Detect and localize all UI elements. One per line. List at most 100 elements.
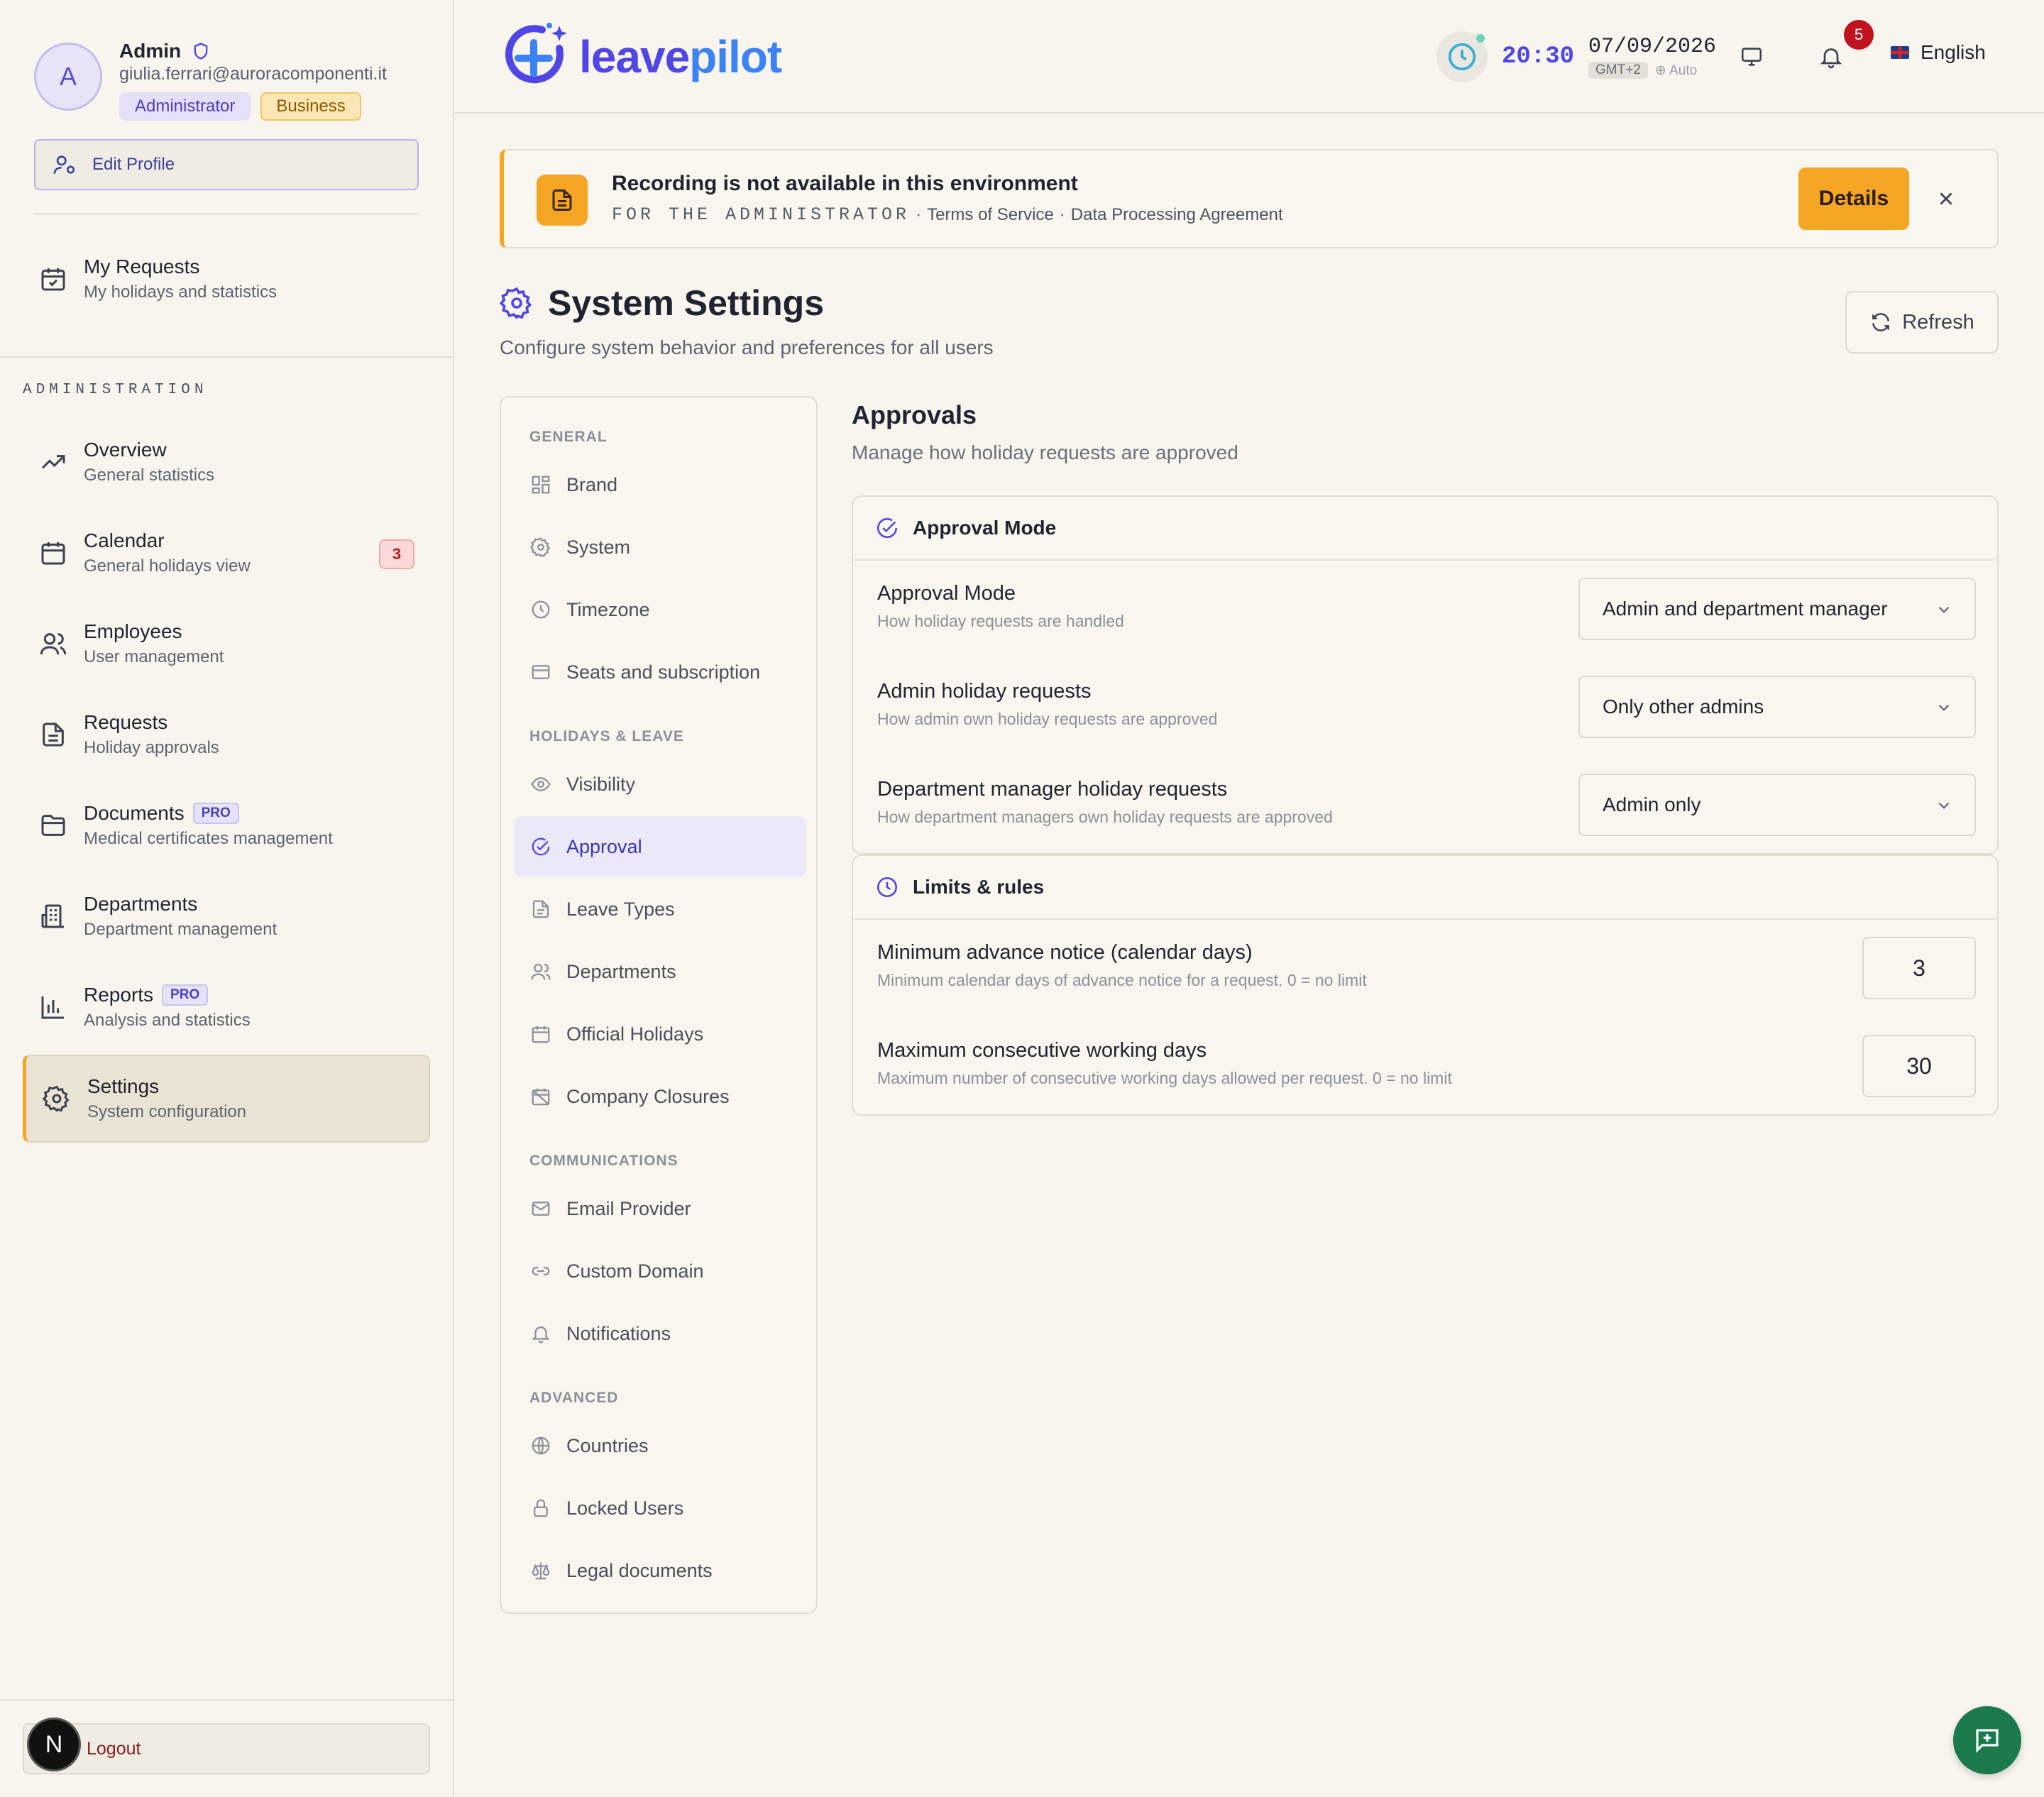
chevron-down-icon <box>1935 600 1953 619</box>
sidebar-item-employees[interactable]: Employees User management <box>23 602 430 686</box>
sidebar-item-reports[interactable]: Reports PRO Analysis and statistics <box>23 965 430 1049</box>
logo-text-pilot: pilot <box>689 31 782 82</box>
app-logo[interactable]: leavepilot <box>500 20 782 94</box>
bell-icon <box>529 1322 552 1345</box>
min-notice-input[interactable]: 3 <box>1862 937 1976 999</box>
sidebar-item-requests[interactable]: Requests Holiday approvals <box>23 693 430 776</box>
current-date: 07/09/2026 <box>1588 35 1717 59</box>
calendar-icon <box>529 1023 552 1045</box>
language-label: English <box>1921 41 1986 63</box>
settings-item-notifications[interactable]: Notifications <box>514 1303 806 1364</box>
users-icon <box>38 629 68 659</box>
setting-help: How holiday requests are handled <box>877 612 1124 630</box>
sidebar-item-settings[interactable]: Settings System configuration <box>23 1055 430 1143</box>
settings-item-approval[interactable]: Approval <box>514 816 806 877</box>
settings-item-departments[interactable]: Departments <box>514 941 806 1002</box>
settings-item-company-closures[interactable]: Company Closures <box>514 1066 806 1127</box>
logo-text-leave: leave <box>579 31 690 82</box>
sidebar-item-overview[interactable]: Overview General statistics <box>23 420 430 504</box>
monitor-icon[interactable] <box>1736 41 1767 72</box>
sidebar: A Admin giulia.ferrari@auroracomponenti.… <box>0 0 454 1797</box>
settings-item-visibility[interactable]: Visibility <box>514 754 806 815</box>
settings-item-seats[interactable]: Seats and subscription <box>514 642 806 703</box>
edit-profile-button[interactable]: Edit Profile <box>34 139 419 190</box>
banner-title: Recording is not available in this envir… <box>612 172 1078 195</box>
sidebar-item-calendar[interactable]: Calendar General holidays view 3 <box>23 511 430 595</box>
setting-label: Admin holiday requests <box>877 680 1092 703</box>
logout-button[interactable]: Logout <box>23 1723 430 1774</box>
setting-label: Minimum advance notice (calendar days) <box>877 941 1253 964</box>
lock-icon <box>529 1497 552 1520</box>
approval-mode-select[interactable]: Admin and department manager <box>1578 578 1976 640</box>
divider <box>0 1699 454 1700</box>
sidebar-item-sublabel: General holidays view <box>84 556 251 576</box>
dpa-link[interactable]: Data Processing Agreement <box>1071 205 1283 225</box>
settings-item-label: Approval <box>566 835 642 857</box>
settings-item-label: Visibility <box>566 773 636 795</box>
terms-link[interactable]: Terms of Service <box>927 205 1054 225</box>
setting-row-min-notice: Minimum advance notice (calendar days) M… <box>853 920 1997 1018</box>
bar-chart-icon <box>38 992 68 1022</box>
setting-help: How admin own holiday requests are appro… <box>877 710 1218 728</box>
grid-icon <box>529 473 552 496</box>
message-plus-icon <box>1972 1725 2002 1755</box>
clock-icon[interactable] <box>1436 31 1488 82</box>
sidebar-item-sublabel: General statistics <box>84 466 215 485</box>
clock-widget: 20:30 07/09/2026 GMT+2 ⊕ Auto <box>1436 31 1716 82</box>
sidebar-item-label: Calendar <box>84 529 165 551</box>
page-title-text: System Settings <box>548 283 825 323</box>
close-icon[interactable] <box>1929 182 1963 216</box>
approval-mode-card: Approval Mode Approval Mode How holiday … <box>852 495 1999 854</box>
sidebar-item-my-requests[interactable]: My Requests My holidays and statistics <box>23 237 430 321</box>
settings-item-custom-domain[interactable]: Custom Domain <box>514 1241 806 1302</box>
setting-row-manager-requests: Department manager holiday requests How … <box>853 757 1997 854</box>
settings-item-label: Departments <box>566 960 676 982</box>
sidebar-item-sublabel: Holiday approvals <box>84 738 219 757</box>
check-circle-icon <box>874 515 900 541</box>
check-circle-icon <box>529 835 552 858</box>
details-button[interactable]: Details <box>1798 167 1909 230</box>
folder-icon <box>38 810 68 840</box>
divider <box>0 356 454 358</box>
setting-help: Minimum calendar days of advance notice … <box>877 971 1367 989</box>
setting-label: Maximum consecutive working days <box>877 1039 1207 1062</box>
sidebar-item-sublabel: User management <box>84 647 224 666</box>
settings-item-legal-documents[interactable]: Legal documents <box>514 1540 806 1601</box>
sidebar-item-documents[interactable]: Documents PRO Medical certificates manag… <box>23 784 430 867</box>
settings-item-brand[interactable]: Brand <box>514 454 806 515</box>
settings-item-timezone[interactable]: Timezone <box>514 579 806 640</box>
settings-item-countries[interactable]: Countries <box>514 1415 806 1476</box>
page-subtitle: Configure system behavior and preference… <box>500 336 994 358</box>
manager-requests-select[interactable]: Admin only <box>1578 774 1976 836</box>
clock-status-dot <box>1476 34 1485 43</box>
settings-category-communications: COMMUNICATIONS <box>529 1153 678 1169</box>
select-value: Admin and department manager <box>1603 598 1888 620</box>
banner-audience: FOR THE ADMINISTRATOR <box>612 204 911 225</box>
uk-flag-icon <box>1891 46 1909 59</box>
feedback-chat-button[interactable] <box>1953 1706 2021 1774</box>
settings-item-system[interactable]: System <box>514 517 806 578</box>
trending-up-icon <box>38 447 68 477</box>
sidebar-item-departments[interactable]: Departments Department management <box>23 874 430 958</box>
settings-item-label: Timezone <box>566 598 650 620</box>
calendar-icon <box>38 538 68 568</box>
settings-item-email-provider[interactable]: Email Provider <box>514 1178 806 1239</box>
settings-item-label: Locked Users <box>566 1497 684 1519</box>
avatar[interactable]: A <box>34 43 102 111</box>
settings-item-official-holidays[interactable]: Official Holidays <box>514 1004 806 1065</box>
language-selector[interactable]: English <box>1891 41 1986 64</box>
document-icon <box>537 175 588 226</box>
max-days-input[interactable]: 30 <box>1862 1035 1976 1097</box>
shield-icon <box>191 40 211 62</box>
user-avatar-button[interactable]: N <box>27 1718 81 1771</box>
bell-icon[interactable] <box>1815 41 1847 72</box>
refresh-button[interactable]: Refresh <box>1845 291 1999 353</box>
settings-category-advanced: ADVANCED <box>529 1390 619 1406</box>
settings-item-locked-users[interactable]: Locked Users <box>514 1478 806 1539</box>
mail-icon <box>529 1197 552 1220</box>
gear-icon <box>42 1084 72 1114</box>
top-bar: leavepilot 20:30 07/09/2026 GMT+2 ⊕ Auto… <box>454 0 2044 114</box>
admin-requests-select[interactable]: Only other admins <box>1578 676 1976 738</box>
select-value: Only other admins <box>1603 696 1764 718</box>
settings-item-leave-types[interactable]: Leave Types <box>514 879 806 940</box>
